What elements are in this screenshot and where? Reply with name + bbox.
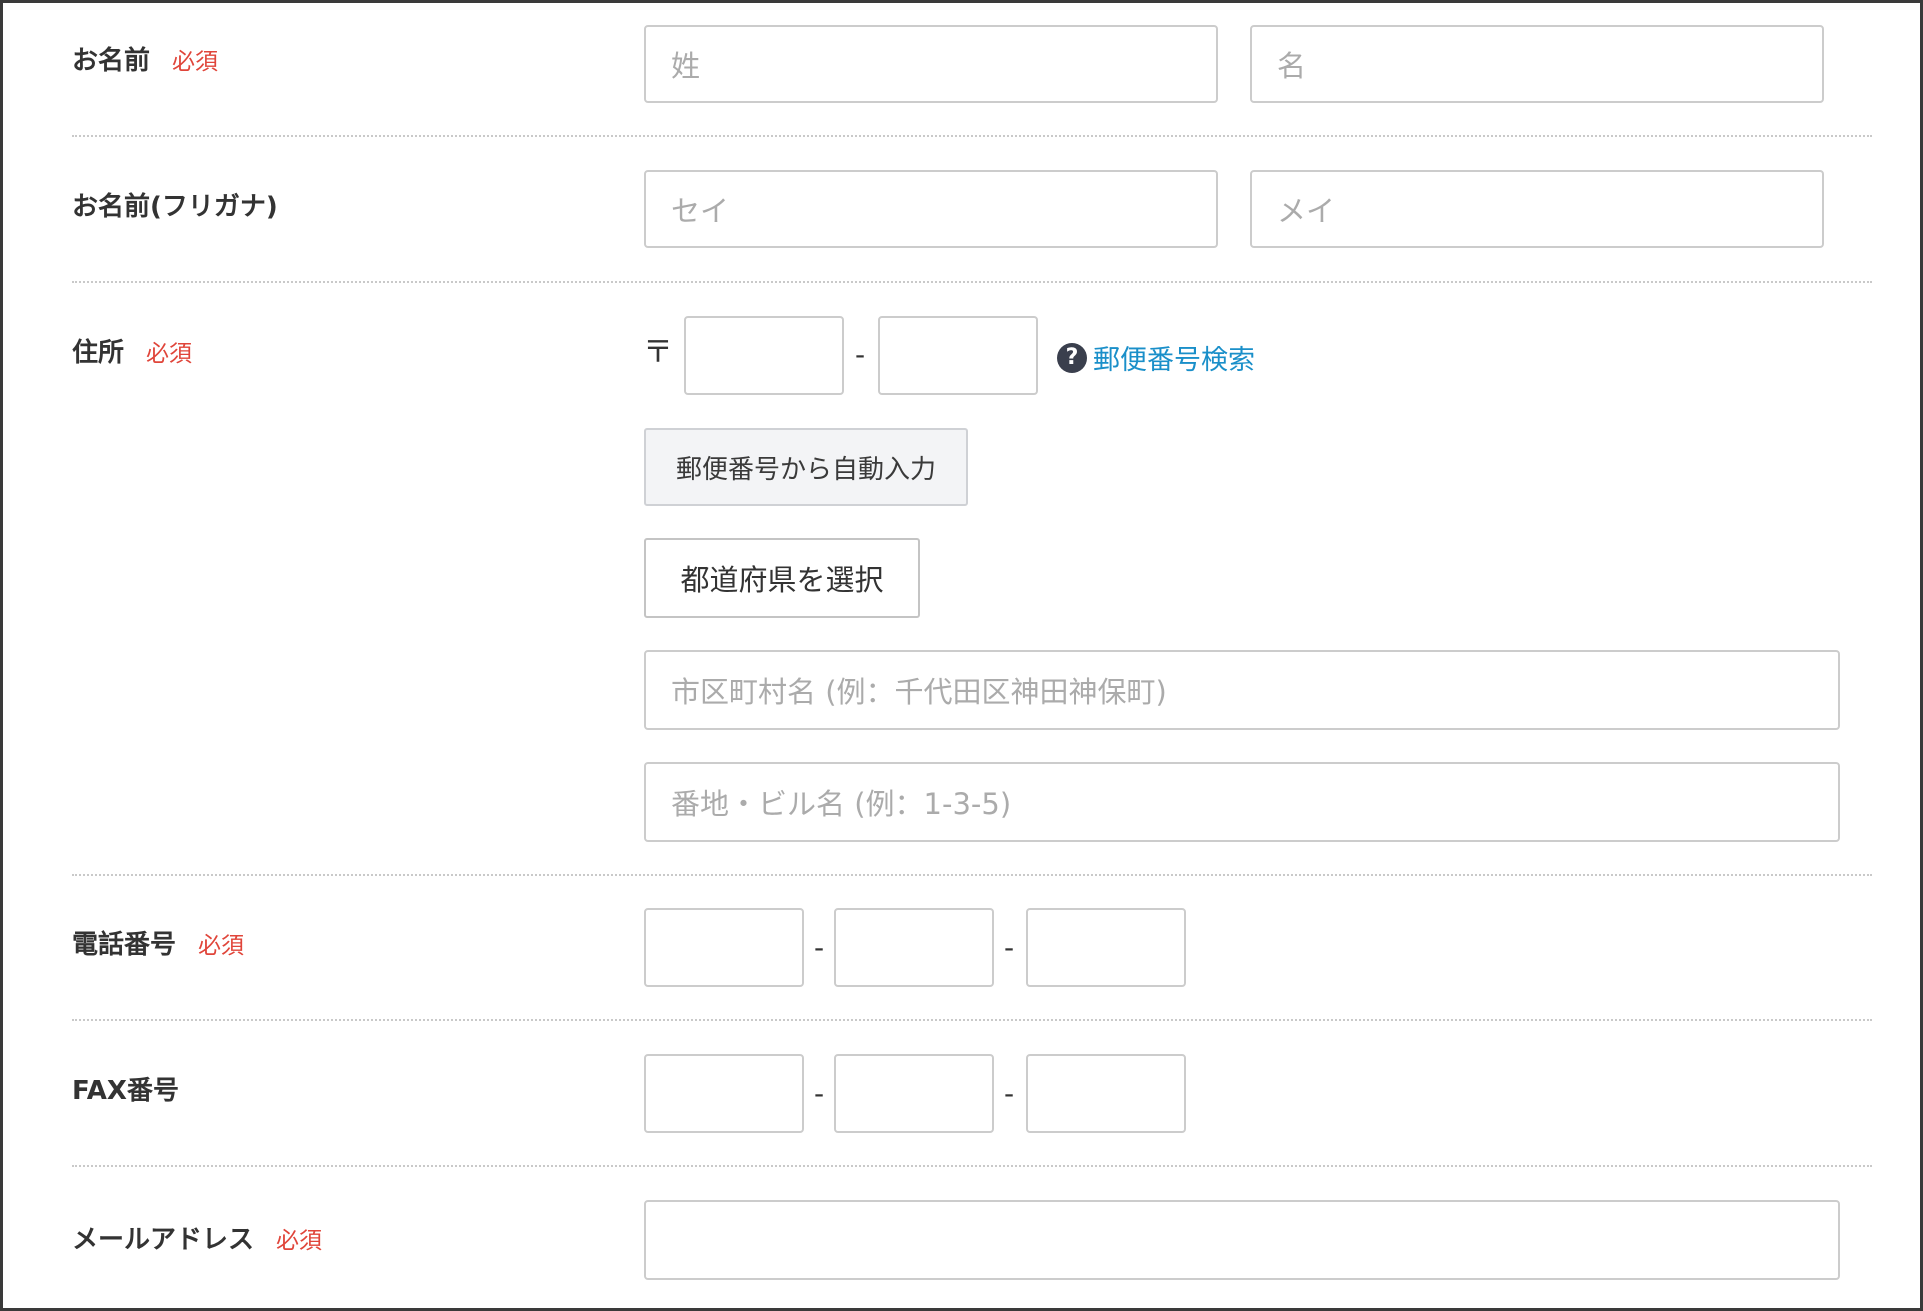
required-badge: 必須 bbox=[276, 1228, 323, 1254]
postal-search-link[interactable]: ? 郵便番号検索 bbox=[1057, 338, 1255, 377]
required-badge: 必須 bbox=[172, 49, 219, 75]
prefecture-select-button[interactable]: 都道府県を選択 bbox=[644, 538, 920, 618]
city-input[interactable]: 市区町村名 (例：千代田区神田神保町) bbox=[644, 650, 1840, 730]
last-name-kana-placeholder: セイ bbox=[671, 194, 730, 228]
street-input[interactable]: 番地・ビル名 (例：1-3-5) bbox=[644, 762, 1840, 842]
phone-label-group: 電話番号 必須 bbox=[72, 929, 244, 962]
phone-second-input[interactable] bbox=[834, 908, 994, 987]
name-label-group: お名前 必須 bbox=[72, 45, 218, 78]
address-label: 住所 bbox=[72, 338, 125, 368]
fax-first-input[interactable] bbox=[644, 1054, 804, 1133]
phone-third-input[interactable] bbox=[1026, 908, 1186, 987]
required-badge: 必須 bbox=[198, 933, 245, 959]
first-name-placeholder: 名 bbox=[1277, 49, 1307, 83]
first-name-kana-input[interactable]: メイ bbox=[1250, 170, 1824, 248]
first-name-kana-placeholder: メイ bbox=[1277, 194, 1336, 228]
last-name-kana-input[interactable]: セイ bbox=[644, 170, 1218, 248]
postal-code-second-input[interactable] bbox=[878, 316, 1038, 395]
fax-second-input[interactable] bbox=[834, 1054, 994, 1133]
row-divider bbox=[72, 874, 1872, 876]
required-badge: 必須 bbox=[146, 341, 193, 367]
fax-third-input[interactable] bbox=[1026, 1054, 1186, 1133]
city-placeholder: 市区町村名 (例：千代田区神田神保町) bbox=[671, 675, 1167, 709]
phone-dash: - bbox=[1004, 931, 1015, 964]
last-name-placeholder: 姓 bbox=[671, 49, 701, 83]
street-placeholder: 番地・ビル名 (例：1-3-5) bbox=[671, 787, 1012, 821]
name-label: お名前 bbox=[72, 46, 151, 76]
row-divider bbox=[72, 1165, 1872, 1167]
address-label-group: 住所 必須 bbox=[72, 337, 192, 370]
row-divider bbox=[72, 135, 1872, 137]
form-frame: お名前 必須 姓 名 お名前(フリガナ) セイ メイ 住所 必須 〒 - ? 郵便番… bbox=[0, 0, 1923, 1311]
postal-mark: 〒 bbox=[643, 335, 673, 370]
last-name-input[interactable]: 姓 bbox=[644, 25, 1218, 103]
auto-fill-button[interactable]: 郵便番号から自動入力 bbox=[644, 428, 968, 506]
phone-dash: - bbox=[814, 931, 825, 964]
fax-dash: - bbox=[1004, 1077, 1015, 1110]
question-icon: ? bbox=[1057, 342, 1087, 373]
row-divider bbox=[72, 1019, 1872, 1021]
email-label-group: メールアドレス 必須 bbox=[72, 1224, 322, 1257]
kana-label: お名前(フリガナ) bbox=[72, 192, 278, 222]
postal-dash: - bbox=[855, 338, 866, 371]
first-name-input[interactable]: 名 bbox=[1250, 25, 1824, 103]
fax-dash: - bbox=[814, 1077, 825, 1110]
postal-search-label: 郵便番号検索 bbox=[1093, 345, 1255, 376]
fax-label: FAX番号 bbox=[72, 1076, 179, 1106]
phone-label: 電話番号 bbox=[72, 930, 177, 960]
row-divider bbox=[72, 281, 1872, 283]
postal-code-first-input[interactable] bbox=[684, 316, 844, 395]
email-label: メールアドレス bbox=[72, 1225, 255, 1255]
email-input[interactable] bbox=[644, 1200, 1840, 1280]
phone-first-input[interactable] bbox=[644, 908, 804, 987]
